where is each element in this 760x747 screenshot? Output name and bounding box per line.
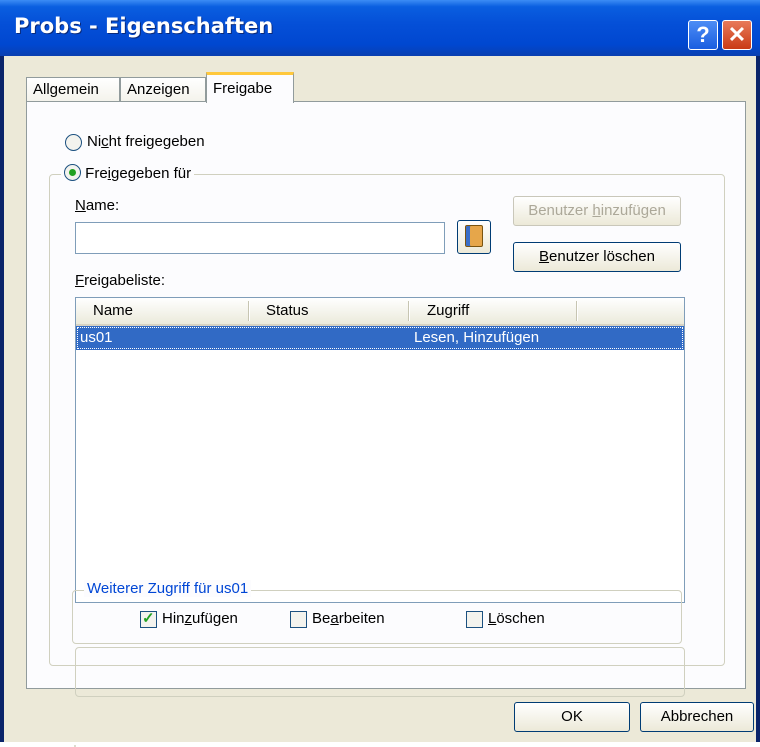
edit-permission-label[interactable]: Bearbeiten	[312, 610, 385, 627]
table-row[interactable]: us01 Lesen, Hinzufügen	[76, 326, 684, 350]
tab-label: Freigabe	[213, 80, 273, 97]
column-divider[interactable]	[408, 301, 409, 321]
further-access-legend: Weiterer Zugriff für us01	[84, 580, 252, 597]
delete-user-button[interactable]: Benutzer löschen	[513, 242, 681, 272]
tab-anzeigen[interactable]: Anzeigen	[120, 77, 206, 103]
share-list[interactable]: Name Status Zugriff us01 Lesen, Hinzufüg…	[75, 297, 685, 603]
add-user-button[interactable]: Benutzer hinzufügen	[513, 196, 681, 226]
shared-for-radio[interactable]	[64, 164, 81, 181]
column-header-name[interactable]: Name	[93, 302, 133, 319]
further-access-group	[75, 647, 685, 697]
tab-freigabe[interactable]: Freigabe	[206, 72, 294, 103]
tab-label: Anzeigen	[127, 81, 190, 98]
share-list-header: Name Status Zugriff	[76, 298, 684, 326]
not-shared-label[interactable]: Nicht freigegeben	[87, 133, 205, 150]
tab-allgemein[interactable]: Allgemein	[26, 77, 120, 103]
cancel-button[interactable]: Abbrechen	[640, 702, 754, 732]
column-header-access[interactable]: Zugriff	[427, 302, 469, 319]
row-name: us01	[80, 329, 113, 346]
address-book-button[interactable]	[457, 220, 491, 254]
row-access: Lesen, Hinzufügen	[414, 329, 540, 346]
shared-for-option[interactable]: Freigegeben für	[61, 164, 195, 182]
close-button[interactable]: ✕	[722, 20, 752, 50]
checkmark-icon: ✓	[142, 610, 155, 627]
ok-button[interactable]: OK	[514, 702, 630, 732]
name-label: Name:	[75, 197, 120, 214]
help-button[interactable]: ?	[688, 20, 718, 50]
window-title: Probs - Eigenschaften	[14, 14, 274, 38]
address-book-icon	[465, 225, 483, 248]
add-permission-label[interactable]: Hinzufügen	[162, 610, 238, 627]
title-bar[interactable]: Probs - Eigenschaften ? ✕	[0, 0, 760, 56]
tab-label: Allgemein	[33, 81, 99, 98]
name-input[interactable]	[75, 222, 445, 254]
delete-permission-checkbox[interactable]	[466, 611, 483, 628]
column-divider[interactable]	[576, 301, 577, 321]
add-permission-checkbox[interactable]: ✓	[140, 610, 157, 628]
share-list-label: Freigabeliste:	[75, 272, 166, 289]
question-mark-icon: ?	[696, 22, 710, 47]
shared-for-label: Freigegeben für	[85, 165, 192, 182]
radio-selected-dot	[69, 169, 76, 176]
close-icon: ✕	[727, 22, 747, 47]
delete-permission-label[interactable]: Löschen	[488, 610, 545, 627]
column-header-status[interactable]: Status	[266, 302, 309, 319]
not-shared-radio[interactable]	[65, 134, 82, 151]
edit-permission-checkbox[interactable]	[290, 611, 307, 628]
column-divider[interactable]	[248, 301, 249, 321]
